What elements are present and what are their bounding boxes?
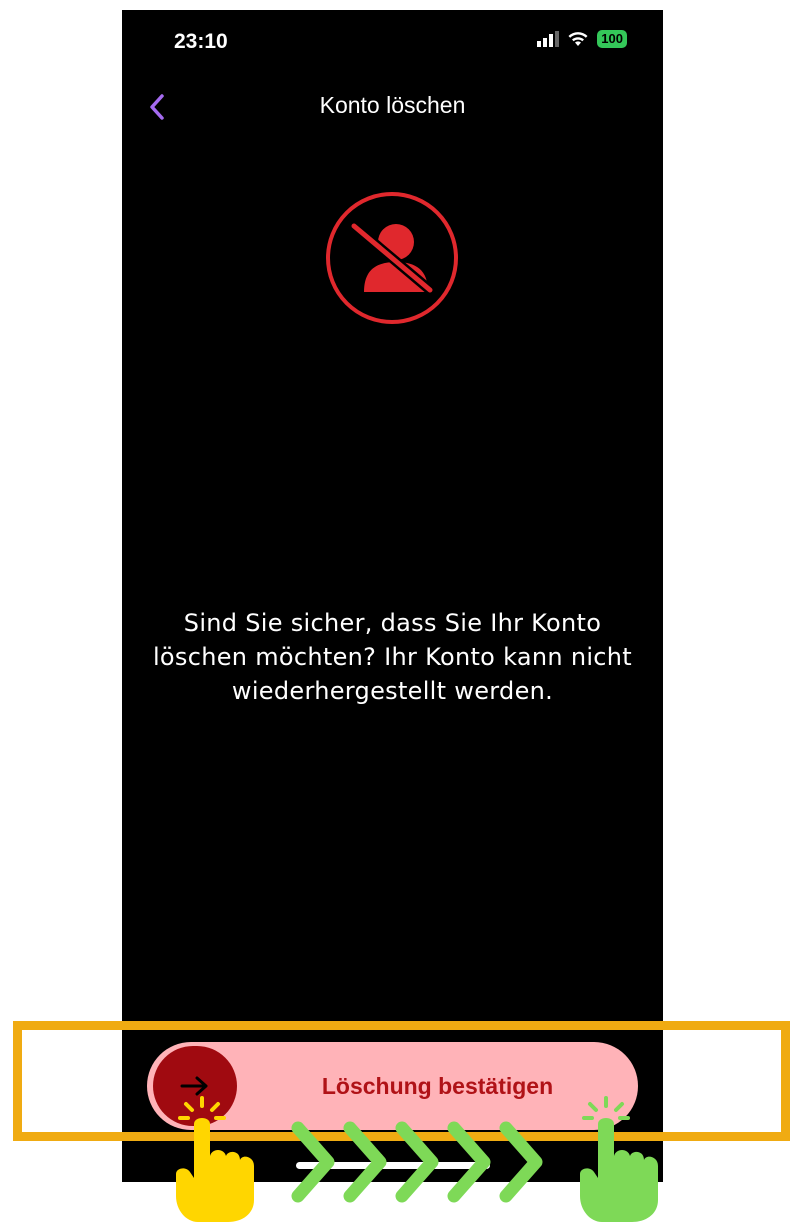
signal-icon (537, 31, 560, 47)
battery-icon: 100 (597, 30, 627, 48)
user-deleted-icon (326, 192, 458, 324)
wifi-icon (568, 31, 588, 46)
phone-screen: 23:10 100 Konto löschen Sind Sie sicher,… (122, 10, 663, 1182)
status-time: 23:10 (174, 30, 228, 53)
page-title: Konto löschen (319, 92, 466, 118)
status-icons: 100 (537, 30, 627, 48)
tap-hand-icon (176, 1096, 254, 1222)
swipe-chevrons-icon (291, 1121, 543, 1203)
tap-hand-icon (580, 1096, 658, 1222)
warning-message: Sind Sie sicher, dass Sie Ihr Konto lösc… (152, 609, 633, 705)
